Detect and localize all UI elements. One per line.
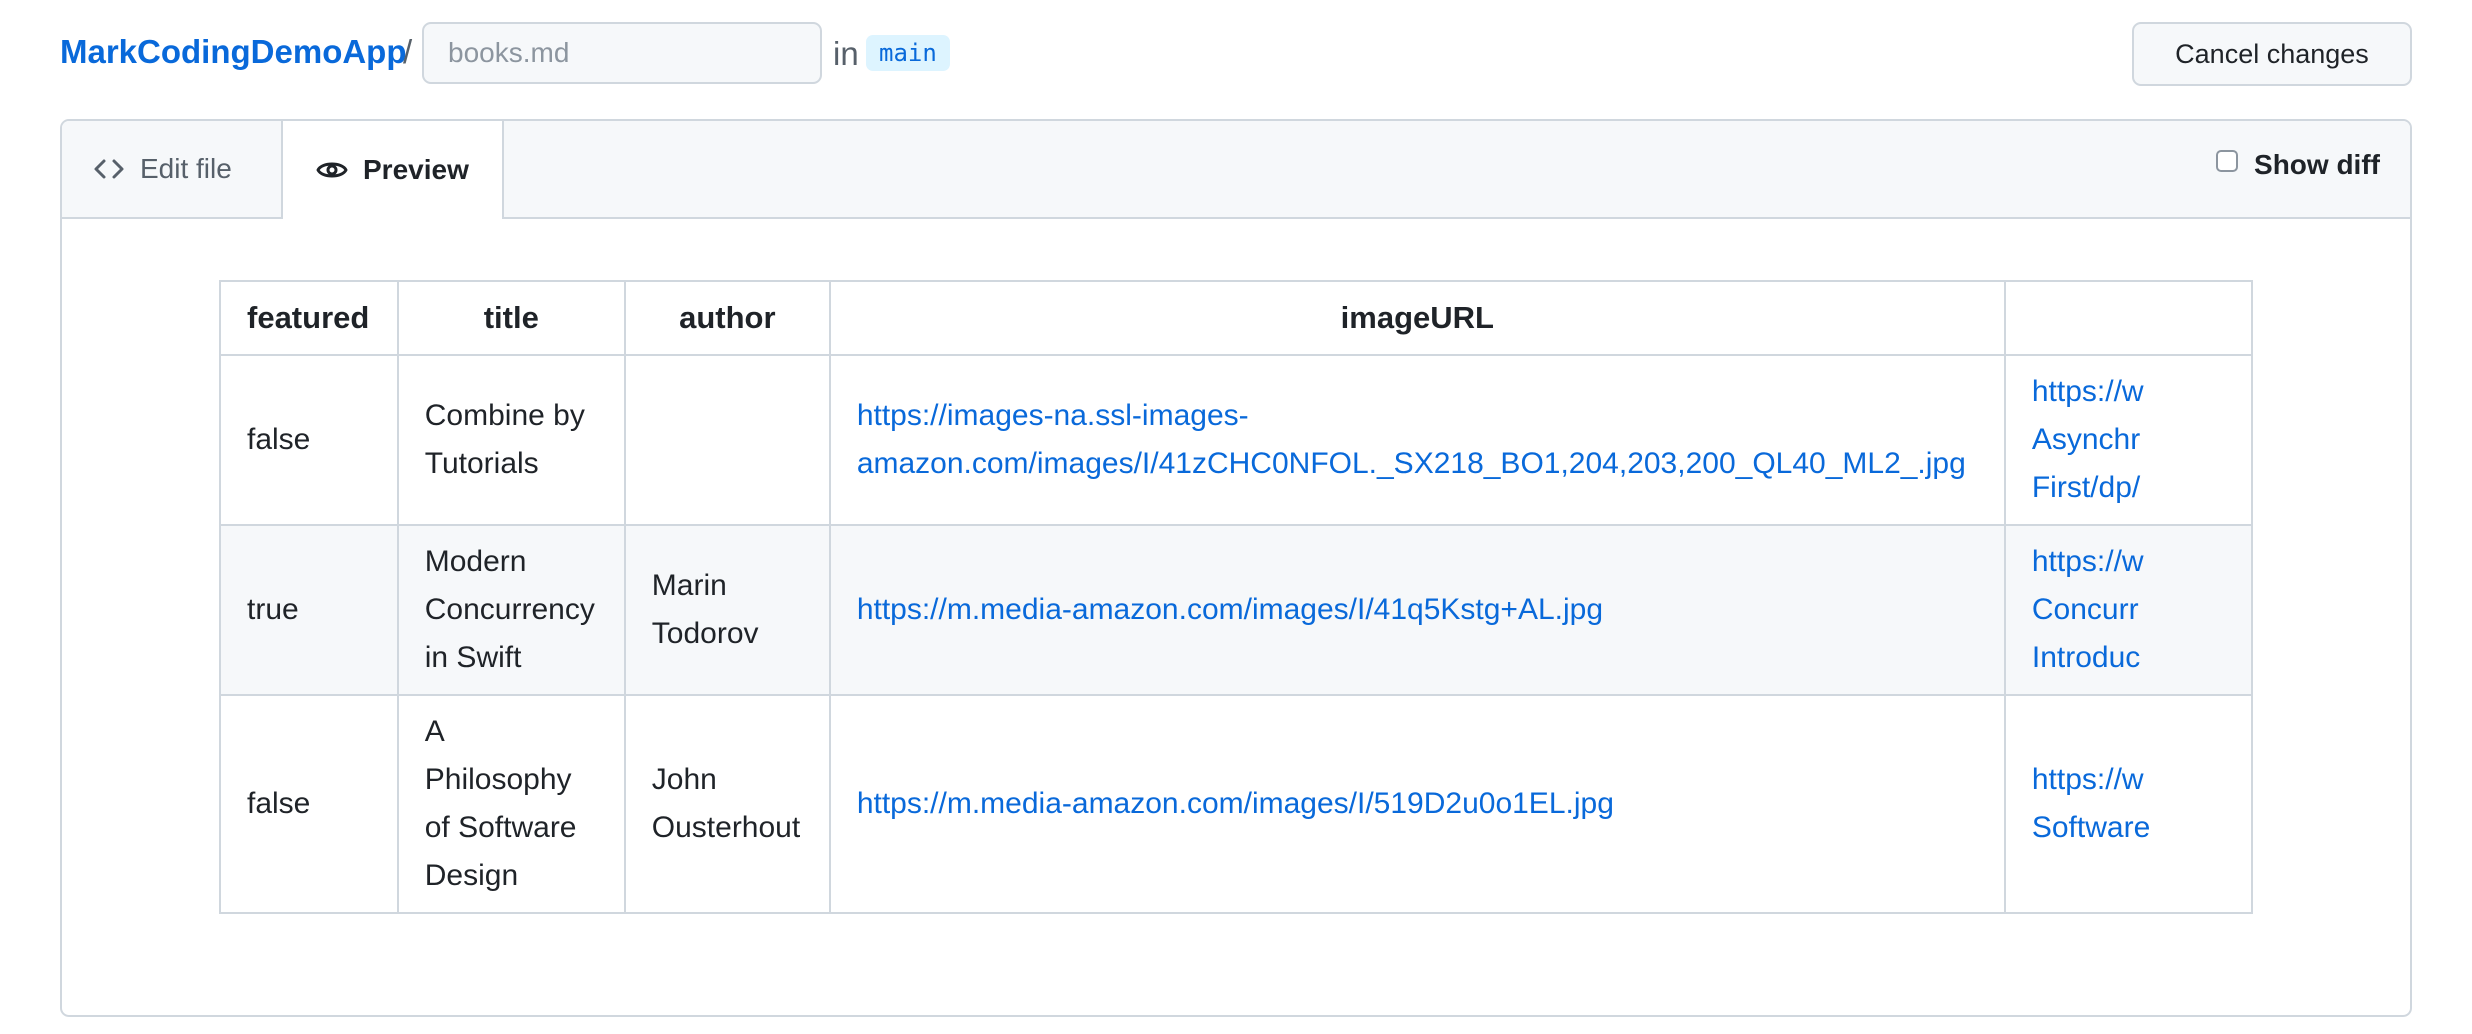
tab-bar: Edit file Preview Show diff <box>62 121 2410 219</box>
cell-url: https://w Software <box>2003 694 2253 914</box>
cell-title: Modern Concurrency in Swift <box>396 524 626 696</box>
cell-title: Combine by Tutorials <box>396 354 626 526</box>
cell-imageurl: https://m.media-amazon.com/images/I/519D… <box>828 694 2006 914</box>
editor-panel: Edit file Preview Show diff featured tit… <box>60 119 2412 1017</box>
cell-author <box>623 354 831 526</box>
table-row: false Combine by Tutorials https://image… <box>219 354 2253 526</box>
cancel-changes-button[interactable]: Cancel changes <box>2132 22 2412 86</box>
cell-featured: false <box>219 694 399 914</box>
header-imageurl: imageURL <box>828 280 2006 356</box>
cell-url: https://w Concurr Introduc <box>2003 524 2253 696</box>
header-author: author <box>623 280 831 356</box>
table-row: true Modern Concurrency in Swift Marin T… <box>219 524 2253 696</box>
show-diff-checkbox[interactable] <box>2216 150 2239 172</box>
url-link[interactable]: https://w Concurr Introduc <box>2032 545 2144 674</box>
url-link[interactable]: https://w Asynchr First/dp/ <box>2032 375 2144 504</box>
file-header: MarkCodingDemoApp / in main Cancel chang… <box>60 22 2412 86</box>
image-url-link[interactable]: https://m.media-amazon.com/images/I/519D… <box>857 787 1614 820</box>
path-separator: / <box>403 33 413 70</box>
cell-author: John Ousterhout <box>623 694 831 914</box>
header-featured: featured <box>219 280 399 356</box>
header-url <box>2003 280 2253 356</box>
show-diff-label: Show diff <box>2254 149 2380 180</box>
header-title: title <box>396 280 626 356</box>
repo-link[interactable]: MarkCodingDemoApp <box>60 32 407 72</box>
cell-author: Marin Todorov <box>623 524 831 696</box>
cell-featured: false <box>219 354 399 526</box>
branch-badge: main <box>866 35 950 71</box>
filename-input[interactable] <box>422 22 822 84</box>
code-icon <box>92 152 126 186</box>
cell-featured: true <box>219 524 399 696</box>
cell-imageurl: https://images-na.ssl-images-amazon.com/… <box>828 354 2006 526</box>
tab-edit-file-label: Edit file <box>140 153 232 184</box>
cell-url: https://w Asynchr First/dp/ <box>2003 354 2253 526</box>
image-url-link[interactable]: https://m.media-amazon.com/images/I/41q5… <box>857 593 1603 626</box>
tab-preview-label: Preview <box>363 154 469 185</box>
image-url-link[interactable]: https://images-na.ssl-images-amazon.com/… <box>857 399 1966 480</box>
table-row: false A Philosophy of Software Design Jo… <box>219 694 2253 914</box>
books-table: featured title author imageURL false Com… <box>219 280 2253 914</box>
tab-preview[interactable]: Preview <box>283 121 504 219</box>
eye-icon <box>315 153 349 187</box>
cell-imageurl: https://m.media-amazon.com/images/I/41q5… <box>828 524 2006 696</box>
cell-title: A Philosophy of Software Design <box>396 694 626 914</box>
in-label: in <box>833 35 859 72</box>
url-link[interactable]: https://w Software <box>2032 763 2150 844</box>
show-diff-toggle: Show diff <box>2216 149 2380 181</box>
markdown-table-container: featured title author imageURL false Com… <box>219 280 2253 948</box>
table-header-row: featured title author imageURL <box>219 280 2253 356</box>
tab-edit-file[interactable]: Edit file <box>62 121 283 217</box>
